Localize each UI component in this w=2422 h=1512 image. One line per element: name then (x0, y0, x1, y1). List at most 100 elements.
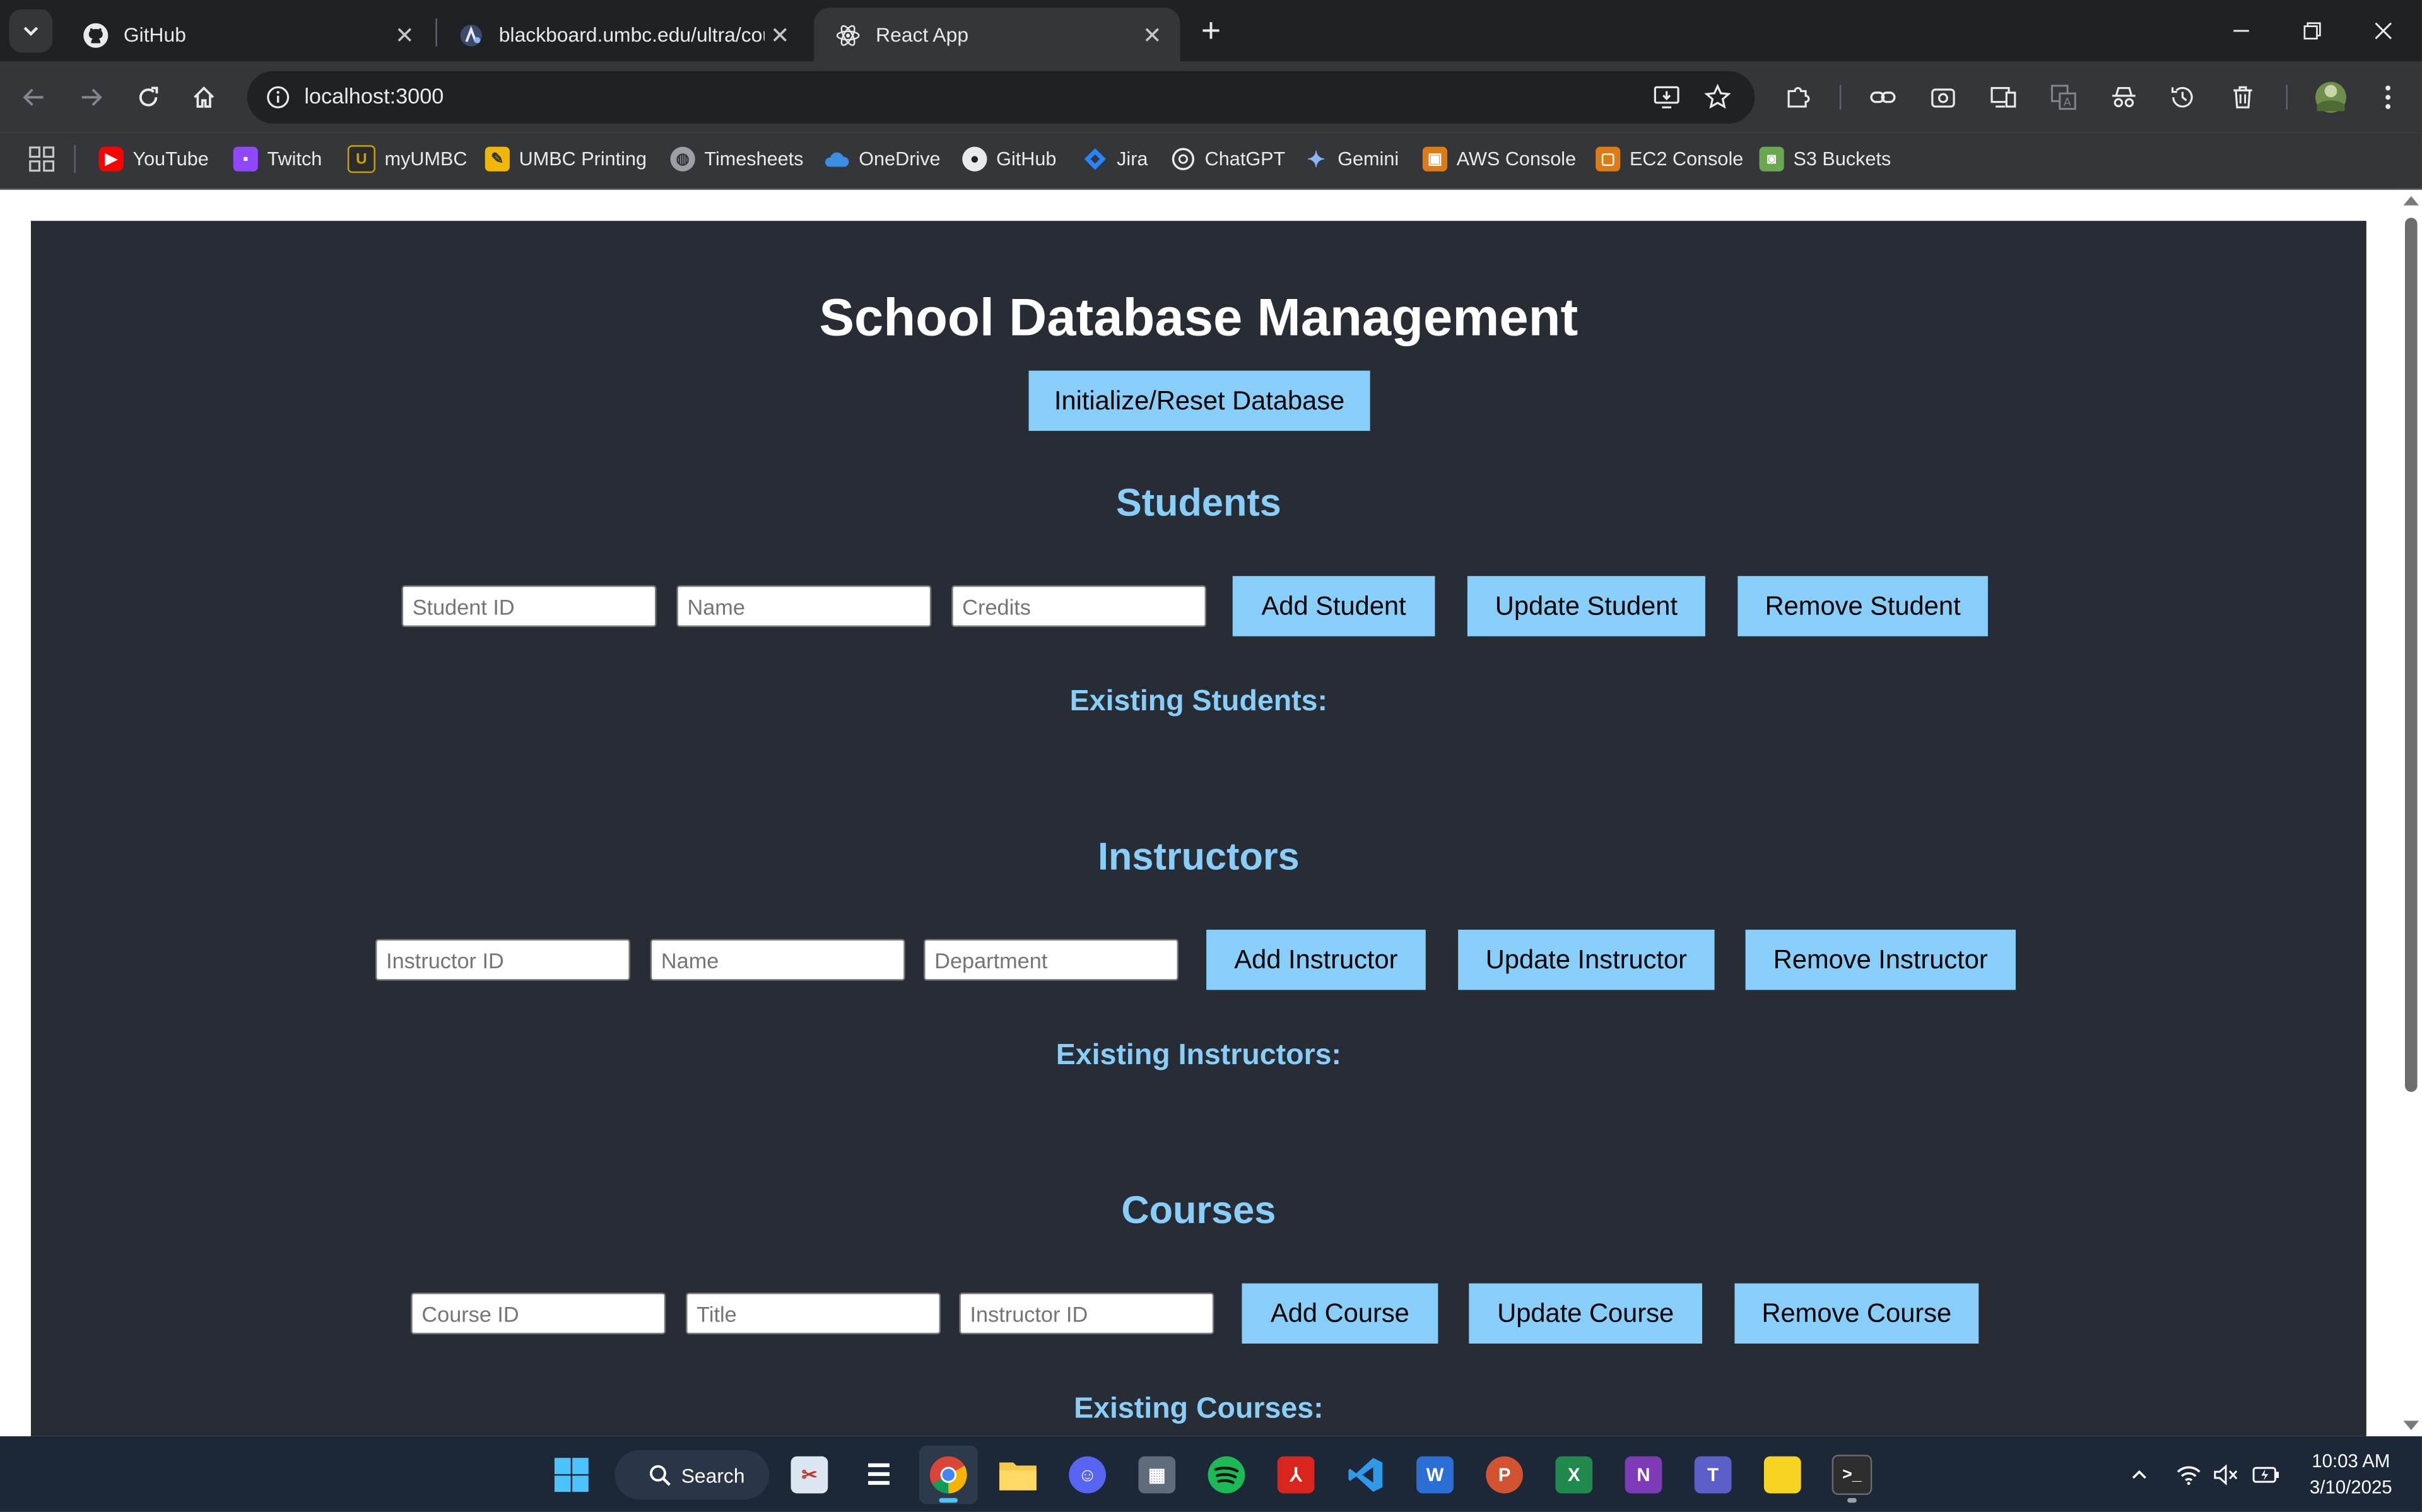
instructor-department-input[interactable] (924, 939, 1179, 981)
remove-student-button[interactable]: Remove Student (1737, 576, 1988, 636)
home-button[interactable] (182, 76, 226, 119)
reload-button[interactable] (127, 76, 170, 119)
excel-icon: X (1555, 1456, 1593, 1494)
taskbar-discord[interactable]: ☺ (1058, 1446, 1117, 1504)
bookmark-label: YouTube (132, 148, 209, 170)
bookmark-umbc-printing[interactable]: ✎ UMBC Printing (485, 142, 647, 176)
taskbar-terminal[interactable]: >_ (1823, 1446, 1881, 1504)
taskbar-onenote[interactable]: N (1614, 1446, 1672, 1504)
taskbar-file-explorer[interactable] (989, 1446, 1047, 1504)
taskbar-powerpoint[interactable]: P (1475, 1446, 1534, 1504)
taskbar-word[interactable]: W (1406, 1446, 1464, 1504)
taskbar-excel[interactable]: X (1544, 1446, 1603, 1504)
aws-icon: ▣ (1422, 146, 1448, 172)
star-icon[interactable] (1699, 79, 1736, 116)
bookmark-myumbc[interactable]: U myUMBC (347, 142, 467, 176)
update-student-button[interactable]: Update Student (1467, 576, 1705, 636)
taskbar-snipping-tool[interactable]: ✂ (780, 1446, 838, 1504)
update-instructor-button[interactable]: Update Instructor (1458, 929, 1715, 990)
bookmark-github[interactable]: ● GitHub (962, 142, 1056, 176)
translate-button[interactable]: A (2042, 76, 2086, 119)
instructor-id-input[interactable] (375, 939, 630, 981)
vscode-icon (1348, 1458, 1383, 1492)
page-scrollbar[interactable] (2397, 190, 2422, 1436)
show-hidden-icons-button[interactable] (2122, 1436, 2156, 1512)
tab-search-button[interactable] (9, 9, 53, 53)
student-credits-input[interactable] (951, 585, 1207, 628)
battery-status[interactable] (2247, 1436, 2284, 1512)
scrollbar-thumb[interactable] (2405, 218, 2418, 1092)
bookmark-twitch[interactable]: ▪ Twitch (233, 142, 322, 176)
scroll-down-arrow-icon[interactable] (2403, 1421, 2419, 1431)
new-tab-button[interactable]: + (1192, 11, 1230, 49)
bookmark-chatgpt[interactable]: ChatGPT (1171, 142, 1285, 176)
taskbar-vscode[interactable] (1336, 1446, 1395, 1504)
close-icon[interactable]: ✕ (389, 20, 420, 50)
bookmark-label: Twitch (267, 148, 322, 170)
scroll-up-arrow-icon[interactable] (2403, 196, 2419, 206)
forward-button[interactable] (69, 76, 113, 119)
address-bar[interactable]: localhost:3000 (247, 71, 1755, 124)
update-course-button[interactable]: Update Course (1469, 1283, 1703, 1344)
volume-status[interactable] (2209, 1436, 2243, 1512)
incognito-button[interactable] (2102, 76, 2146, 119)
close-icon[interactable]: ✕ (765, 20, 796, 50)
course-id-input[interactable] (411, 1292, 666, 1335)
courses-heading: Courses (1121, 1189, 1276, 1233)
bookmark-s3-buckets[interactable]: ◙ S3 Buckets (1759, 142, 1891, 176)
bookmark-timesheets[interactable]: ◍ Timesheets (670, 142, 803, 176)
add-course-button[interactable]: Add Course (1242, 1283, 1438, 1344)
bookmark-onedrive[interactable]: OneDrive (825, 142, 941, 176)
close-icon[interactable]: ✕ (1137, 20, 1168, 50)
bookmark-aws-console[interactable]: ▣ AWS Console (1422, 142, 1576, 176)
install-app-icon[interactable] (1648, 79, 1685, 116)
taskbar-spotify[interactable] (1197, 1446, 1255, 1504)
bookmark-gemini[interactable]: ✦ Gemini (1303, 142, 1399, 176)
screenshot-button[interactable] (1922, 76, 1965, 119)
history-button[interactable] (2161, 76, 2204, 119)
course-title-input[interactable] (686, 1292, 941, 1335)
start-button[interactable] (542, 1446, 601, 1504)
remove-course-button[interactable]: Remove Course (1734, 1283, 1979, 1344)
remove-instructor-button[interactable]: Remove Instructor (1745, 929, 2016, 990)
bookmark-label: ChatGPT (1204, 148, 1286, 170)
student-name-input[interactable] (676, 585, 932, 628)
devices-button[interactable] (1982, 76, 2025, 119)
clear-data-button[interactable] (2221, 76, 2265, 119)
back-button[interactable] (13, 76, 56, 119)
site-info-icon[interactable] (259, 79, 297, 116)
menu-button[interactable] (2366, 76, 2410, 119)
tab-title: blackboard.umbc.edu/ultra/cou (498, 23, 765, 47)
minimize-button[interactable] (2206, 0, 2277, 62)
taskbar-chrome[interactable] (919, 1445, 978, 1504)
bookmark-label: GitHub (996, 148, 1057, 170)
add-instructor-button[interactable]: Add Instructor (1206, 929, 1426, 990)
taskbar-calculator[interactable]: ▦ (1127, 1446, 1186, 1504)
close-window-button[interactable] (2348, 0, 2419, 62)
bookmark-youtube[interactable]: ▶ YouTube (98, 142, 209, 176)
taskbar-sticky-notes[interactable] (1753, 1446, 1812, 1504)
database-icon: ☰ (866, 1458, 891, 1490)
taskbar-teams[interactable]: T (1684, 1446, 1743, 1504)
restore-button[interactable] (2277, 0, 2348, 62)
student-id-input[interactable] (401, 585, 657, 628)
taskbar-app-stack[interactable]: ☰ (850, 1446, 908, 1504)
taskbar-search[interactable]: Search (614, 1450, 770, 1500)
extensions-button[interactable] (1777, 76, 1820, 119)
active-indicator (939, 1497, 958, 1503)
copy-link-button[interactable] (1861, 76, 1905, 119)
course-instructor-id-input[interactable] (959, 1292, 1214, 1335)
system-clock[interactable]: 10:03 AM 3/10/2025 (2286, 1449, 2416, 1501)
reset-database-button[interactable]: Initialize/Reset Database (1028, 370, 1370, 431)
instructor-name-input[interactable] (650, 939, 905, 981)
profile-avatar[interactable] (2309, 76, 2353, 119)
bookmark-jira[interactable]: Jira (1083, 142, 1148, 176)
apps-grid-icon[interactable] (28, 145, 56, 173)
tab-blackboard[interactable]: blackboard.umbc.edu/ultra/cou ✕ (437, 8, 808, 62)
tab-github[interactable]: GitHub ✕ (62, 8, 433, 62)
taskbar-acrobat[interactable]: ⅄ (1267, 1446, 1326, 1504)
bookmark-ec2-console[interactable]: ▢ EC2 Console (1596, 142, 1743, 176)
add-student-button[interactable]: Add Student (1232, 576, 1435, 636)
wifi-status[interactable] (2172, 1436, 2206, 1512)
tab-react-app[interactable]: React App ✕ (814, 8, 1180, 62)
